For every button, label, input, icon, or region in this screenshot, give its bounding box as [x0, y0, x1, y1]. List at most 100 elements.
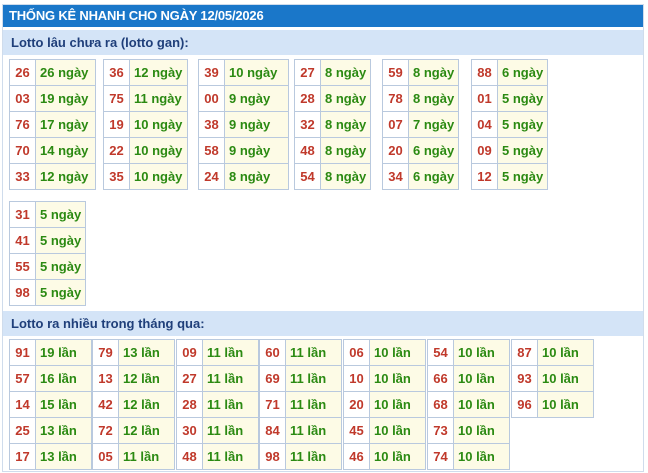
lotto-count: 5 ngày: [497, 163, 548, 190]
table-row: 30 11 lần: [176, 417, 259, 444]
section1-group-table: 39 10 ngày 00 9 ngày 38 9 ngày 58 9 ngày 24 8 ngà…: [198, 59, 289, 190]
lotto-count: 17 ngày: [35, 111, 96, 138]
lotto-count: 6 ngày: [408, 137, 459, 164]
lotto-number: 88: [471, 59, 498, 86]
table-row: 20 10 lần: [343, 391, 426, 418]
lotto-number: 72: [92, 417, 119, 444]
lotto-number: 07: [382, 111, 409, 138]
lotto-number: 48: [294, 137, 321, 164]
table-row: 87 10 lần: [511, 339, 594, 366]
section2-group-table: 54 10 lần 66 10 lần 68 10 lần 73 10 lần 74 10 lần: [427, 339, 510, 470]
lotto-count: 11 lần: [285, 365, 342, 392]
lotto-number: 68: [427, 391, 454, 418]
table-row: 88 6 ngày: [471, 59, 548, 86]
lotto-number: 79: [92, 339, 119, 366]
lotto-number: 76: [9, 111, 36, 138]
lotto-number: 60: [259, 339, 286, 366]
section2-group-table: 79 13 lần 13 12 lần 42 12 lần 72 12 lần 05 11 lần: [92, 339, 175, 470]
table-row: 06 10 lần: [343, 339, 426, 366]
lotto-count: 10 lần: [537, 339, 594, 366]
lotto-count: 11 lần: [285, 443, 342, 470]
stats-grid: 26 26 ngày 03 19 ngày 76 17 ngày 70 14 ngày 33 12…: [3, 5, 643, 471]
lotto-count: 16 lần: [35, 365, 92, 392]
lotto-number: 17: [9, 443, 36, 470]
lotto-count: 13 lần: [35, 443, 92, 470]
table-row: 09 5 ngày: [471, 137, 548, 164]
lotto-number: 19: [103, 111, 130, 138]
section1-group-table: 36 12 ngày 75 11 ngày 19 10 ngày 22 10 ngày 35 10…: [103, 59, 188, 190]
table-row: 71 11 lần: [259, 391, 342, 418]
section1-group-table: 27 8 ngày 28 8 ngày 32 8 ngày 48 8 ngày 54 8 ngày: [294, 59, 371, 190]
table-row: 01 5 ngày: [471, 85, 548, 112]
table-row: 93 10 lần: [511, 365, 594, 392]
table-row: 79 13 lần: [92, 339, 175, 366]
lotto-count: 11 ngày: [129, 85, 188, 112]
lotto-count: 10 lần: [369, 417, 426, 444]
lotto-number: 10: [343, 365, 370, 392]
lotto-number: 42: [92, 391, 119, 418]
lotto-count: 5 ngày: [497, 137, 548, 164]
lotto-count: 8 ngày: [408, 85, 459, 112]
section2-group-table: 09 11 lần 27 11 lần 28 11 lần 30 11 lần 48 11 lần: [176, 339, 259, 470]
table-row: 07 7 ngày: [382, 111, 459, 138]
lotto-count: 14 ngày: [35, 137, 96, 164]
table-row: 59 8 ngày: [382, 59, 459, 86]
lotto-count: 11 lần: [202, 443, 259, 470]
lotto-number: 14: [9, 391, 36, 418]
section1-group-table: 31 5 ngày 41 5 ngày 55 5 ngày 98 5 ngày: [9, 201, 86, 306]
section2-group-table: 06 10 lần 10 10 lần 20 10 lần 45 10 lần 46 10 lần: [343, 339, 426, 470]
table-row: 91 19 lần: [9, 339, 92, 366]
lotto-count: 5 ngày: [35, 227, 86, 254]
table-row: 34 6 ngày: [382, 163, 459, 190]
lotto-number: 96: [511, 391, 538, 418]
lotto-count: 12 ngày: [35, 163, 96, 190]
lotto-number: 12: [471, 163, 498, 190]
table-row: 26 26 ngày: [9, 59, 96, 86]
table-row: 58 9 ngày: [198, 137, 289, 164]
lotto-number: 28: [294, 85, 321, 112]
lotto-number: 41: [9, 227, 36, 254]
lotto-number: 48: [176, 443, 203, 470]
table-row: 66 10 lần: [427, 365, 510, 392]
lotto-number: 57: [9, 365, 36, 392]
lotto-count: 10 lần: [537, 391, 594, 418]
lotto-number: 26: [9, 59, 36, 86]
lotto-count: 10 lần: [453, 365, 510, 392]
lotto-count: 10 ngày: [129, 137, 188, 164]
lotto-count: 8 ngày: [320, 111, 371, 138]
lotto-number: 06: [343, 339, 370, 366]
table-row: 27 8 ngày: [294, 59, 371, 86]
table-row: 14 15 lần: [9, 391, 92, 418]
lotto-count: 10 lần: [453, 443, 510, 470]
lotto-count: 10 lần: [453, 417, 510, 444]
lotto-number: 84: [259, 417, 286, 444]
lotto-number: 09: [471, 137, 498, 164]
table-row: 10 10 lần: [343, 365, 426, 392]
table-row: 75 11 ngày: [103, 85, 188, 112]
lotto-number: 32: [294, 111, 321, 138]
lotto-count: 5 ngày: [35, 253, 86, 280]
lotto-number: 93: [511, 365, 538, 392]
lotto-count: 11 lần: [202, 417, 259, 444]
table-row: 03 19 ngày: [9, 85, 96, 112]
table-row: 24 8 ngày: [198, 163, 289, 190]
lotto-number: 25: [9, 417, 36, 444]
table-row: 17 13 lần: [9, 443, 92, 470]
lotto-number: 66: [427, 365, 454, 392]
lotto-count: 5 ngày: [497, 111, 548, 138]
lotto-count: 12 ngày: [129, 59, 188, 86]
lotto-number: 38: [198, 111, 225, 138]
lotto-number: 27: [176, 365, 203, 392]
lotto-count: 10 lần: [537, 365, 594, 392]
lotto-count: 13 lần: [35, 417, 92, 444]
table-row: 36 12 ngày: [103, 59, 188, 86]
table-row: 54 8 ngày: [294, 163, 371, 190]
lotto-number: 09: [176, 339, 203, 366]
lotto-count: 10 ngày: [129, 163, 188, 190]
lotto-count: 12 lần: [118, 417, 175, 444]
lotto-number: 98: [9, 279, 36, 306]
lotto-number: 28: [176, 391, 203, 418]
table-row: 13 12 lần: [92, 365, 175, 392]
table-row: 04 5 ngày: [471, 111, 548, 138]
lotto-count: 8 ngày: [320, 163, 371, 190]
